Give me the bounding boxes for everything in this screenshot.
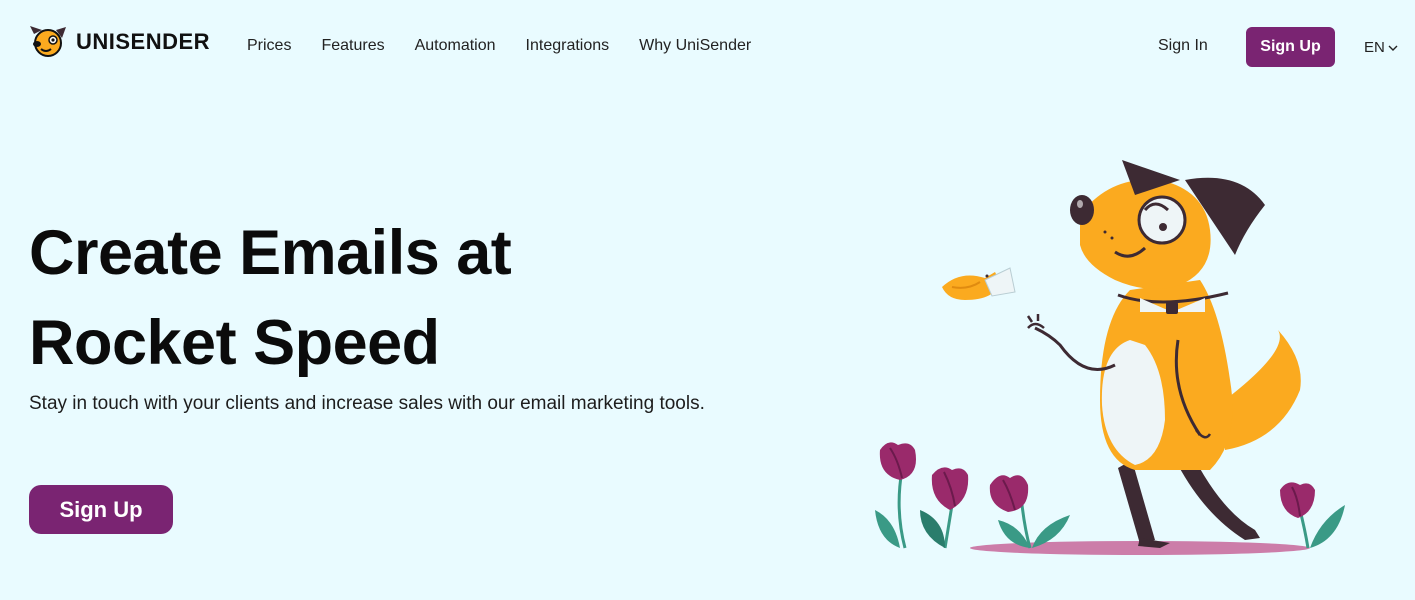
hero-subtitle: Stay in touch with your clients and incr…: [29, 393, 705, 414]
nav-item-integrations[interactable]: Integrations: [526, 37, 610, 55]
site-header: UNISENDER Prices Features Automation Int…: [0, 0, 1415, 95]
language-selector[interactable]: EN: [1364, 39, 1398, 56]
hero-sign-up-button[interactable]: Sign Up: [29, 485, 173, 534]
sign-in-link[interactable]: Sign In: [1158, 37, 1208, 55]
dog-head-icon: [30, 26, 66, 57]
chevron-down-icon: [1388, 45, 1398, 51]
main-nav: Prices Features Automation Integrations …: [247, 37, 751, 55]
dog-eye: [1137, 195, 1187, 245]
header-sign-up-button[interactable]: Sign Up: [1246, 27, 1335, 67]
brand-name: UNISENDER: [76, 29, 211, 54]
dog-mascot-illustration: [875, 160, 1345, 555]
bird-with-letter: [942, 267, 1016, 300]
nav-item-features[interactable]: Features: [321, 37, 384, 55]
brand-logo[interactable]: UNISENDER: [28, 22, 210, 62]
language-label: EN: [1364, 39, 1385, 56]
nav-item-prices[interactable]: Prices: [247, 37, 291, 55]
nav-item-automation[interactable]: Automation: [415, 37, 496, 55]
tulip-right: [1280, 482, 1345, 549]
hero-title-line-1: Create Emails at: [29, 218, 512, 288]
nav-item-why-unisender[interactable]: Why UniSender: [639, 37, 751, 55]
hero-title-line-2: Rocket Speed: [29, 308, 440, 378]
hero-title: Create Emails at Rocket Speed: [29, 208, 679, 388]
dog-leg-front: [1118, 460, 1155, 544]
dog-tail: [1225, 330, 1301, 450]
dog-nose: [1070, 195, 1094, 225]
tulips-left: [875, 442, 1070, 549]
